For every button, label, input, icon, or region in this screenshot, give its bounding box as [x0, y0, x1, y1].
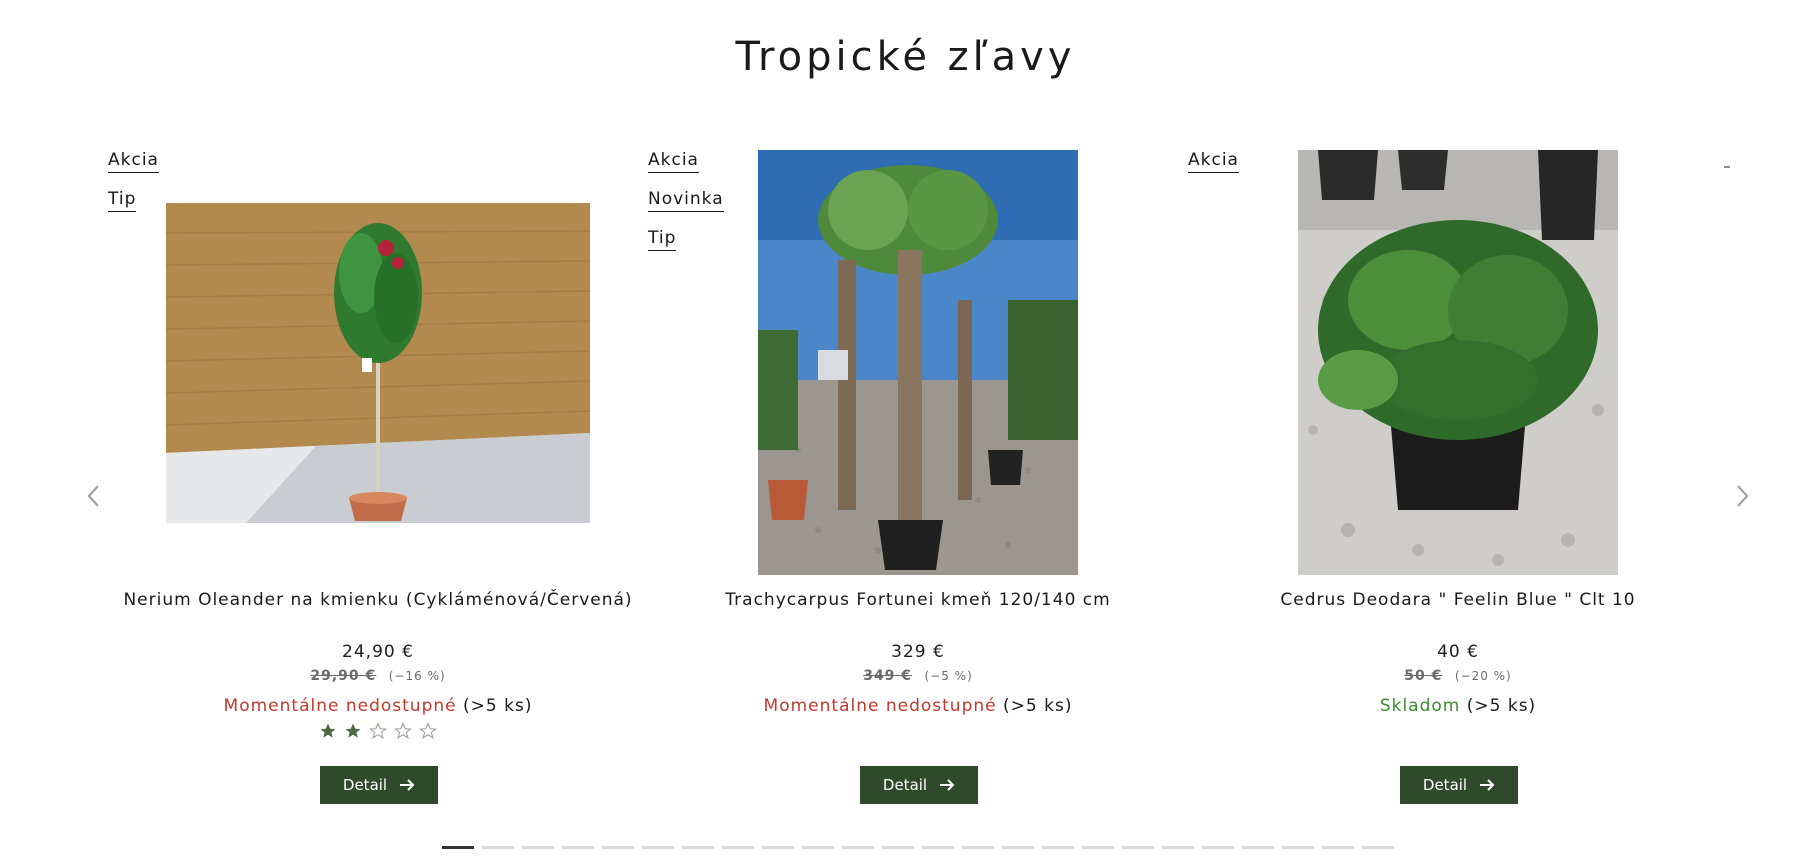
discount-label: (−20 %) — [1454, 669, 1512, 683]
detail-button[interactable]: Detail — [1400, 766, 1518, 804]
product-price: 329 € — [891, 642, 945, 662]
product-name[interactable]: Cedrus Deodara " Feelin Blue " Clt 10 — [1188, 590, 1728, 610]
product-image-link[interactable] — [648, 150, 1188, 575]
product-image-link[interactable] — [108, 150, 648, 575]
badge-list: Akcia Novinka Tip — [648, 150, 724, 251]
carousel-dot[interactable] — [482, 846, 514, 849]
carousel-dot[interactable] — [962, 846, 994, 849]
badge-tip[interactable]: Tip — [108, 189, 137, 212]
product-image — [758, 150, 1078, 575]
stock-status-text: Momentálne nedostupné — [763, 696, 997, 716]
detail-button[interactable]: Detail — [320, 766, 438, 804]
carousel-dot[interactable] — [1162, 846, 1194, 849]
product-image — [166, 202, 590, 523]
product-image-link[interactable] — [1188, 150, 1728, 575]
badge-akcia[interactable]: Akcia — [1188, 150, 1239, 173]
product-card: Akcia Tip Nerium Oleander na kmienku (Cy… — [108, 150, 648, 810]
old-price: 29,90 € — [310, 668, 377, 684]
star-filled-icon — [320, 723, 336, 738]
carousel-dot[interactable] — [762, 846, 794, 849]
stock-qty: (>5 ks) — [1003, 696, 1073, 716]
carousel-pagination — [442, 846, 1394, 849]
arrow-right-icon — [400, 779, 415, 791]
next-card-peek-mark — [1724, 166, 1730, 168]
carousel-next-button[interactable] — [1728, 478, 1758, 514]
star-filled-icon — [345, 723, 361, 738]
stock-qty: (>5 ks) — [1466, 696, 1537, 716]
carousel-dot[interactable] — [442, 846, 474, 849]
discount-label: (−16 %) — [388, 669, 446, 683]
detail-button[interactable]: Detail — [860, 766, 978, 804]
stock-qty: (>5 ks) — [463, 696, 533, 716]
badge-tip[interactable]: Tip — [648, 228, 677, 251]
discount-label: (−5 %) — [924, 669, 973, 683]
carousel-dot[interactable] — [1322, 846, 1354, 849]
carousel-dot[interactable] — [1242, 846, 1274, 849]
star-empty-icon — [419, 722, 437, 739]
old-price-row: 29,90 € (−16 %) — [108, 668, 648, 684]
next-card-peek — [1724, 150, 1730, 168]
carousel-dot[interactable] — [1002, 846, 1034, 849]
product-price: 24,90 € — [342, 642, 414, 662]
arrow-right-icon — [1480, 779, 1495, 791]
rating-stars — [108, 722, 648, 740]
product-name[interactable]: Nerium Oleander na kmienku (Cykláménová/… — [108, 590, 648, 610]
arrow-right-icon — [940, 779, 955, 791]
carousel-prev-button[interactable] — [78, 478, 108, 514]
carousel-dot[interactable] — [882, 846, 914, 849]
badge-akcia[interactable]: Akcia — [648, 150, 699, 173]
carousel-dot[interactable] — [1122, 846, 1154, 849]
carousel-dot[interactable] — [522, 846, 554, 849]
stock-status: Momentálne nedostupné (>5 ks) — [648, 696, 1188, 716]
old-price: 50 € — [1404, 668, 1443, 684]
carousel-dot[interactable] — [1202, 846, 1234, 849]
detail-button-label: Detail — [1422, 776, 1468, 794]
chevron-left-icon — [87, 485, 99, 507]
stock-status: Momentálne nedostupné (>5 ks) — [108, 696, 648, 716]
carousel-dot[interactable] — [642, 846, 674, 849]
product-carousel: Akcia Tip Nerium Oleander na kmienku (Cy… — [0, 0, 1811, 861]
carousel-dot[interactable] — [1362, 846, 1394, 849]
carousel-dot[interactable] — [1282, 846, 1314, 849]
badge-akcia[interactable]: Akcia — [108, 150, 159, 173]
stock-status: Skladom (>5 ks) — [1188, 696, 1728, 716]
carousel-dot[interactable] — [842, 846, 874, 849]
product-image — [1298, 150, 1618, 575]
carousel-dot[interactable] — [722, 846, 754, 849]
product-card: Akcia Cedrus Deodara " Feelin Blue " Clt… — [1188, 150, 1728, 810]
old-price-row: 50 € (−20 %) — [1188, 668, 1728, 684]
detail-button-label: Detail — [882, 776, 928, 794]
old-price: 349 € — [863, 668, 913, 684]
carousel-dot[interactable] — [922, 846, 954, 849]
chevron-right-icon — [1737, 485, 1749, 507]
stock-status-text: Momentálne nedostupné — [223, 696, 457, 716]
carousel-dot[interactable] — [1042, 846, 1074, 849]
product-card: Akcia Novinka Tip Trachycarpus Fortunei … — [648, 150, 1188, 810]
old-price-row: 349 € (−5 %) — [648, 668, 1188, 684]
badge-novinka[interactable]: Novinka — [648, 189, 724, 212]
product-name[interactable]: Trachycarpus Fortunei kmeň 120/140 cm — [648, 590, 1188, 610]
product-price: 40 € — [1437, 642, 1479, 662]
carousel-dot[interactable] — [802, 846, 834, 849]
star-empty-icon — [369, 722, 387, 739]
carousel-dot[interactable] — [602, 846, 634, 849]
carousel-dot[interactable] — [1082, 846, 1114, 849]
badge-list: Akcia Tip — [108, 150, 159, 212]
carousel-dot[interactable] — [562, 846, 594, 849]
detail-button-label: Detail — [342, 776, 388, 794]
stock-status-text: Skladom — [1379, 696, 1461, 716]
badge-list: Akcia — [1188, 150, 1239, 173]
star-empty-icon — [394, 722, 412, 739]
carousel-dot[interactable] — [682, 846, 714, 849]
